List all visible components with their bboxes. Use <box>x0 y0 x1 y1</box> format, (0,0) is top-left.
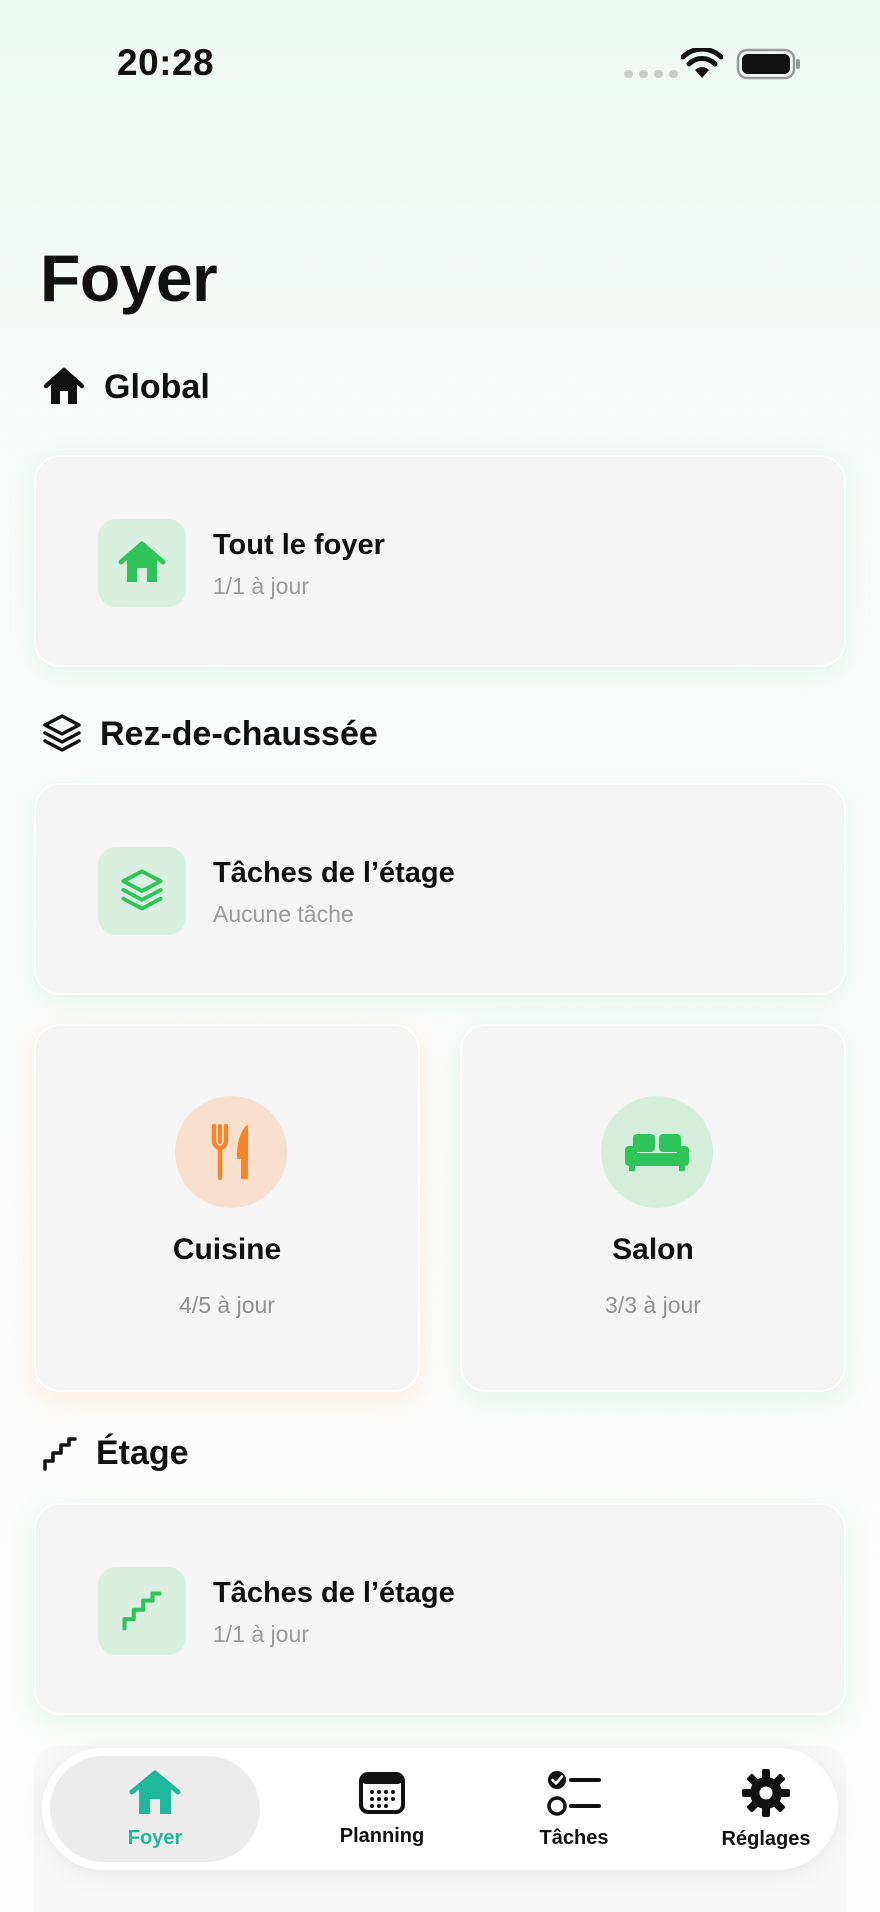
sofa-icon <box>625 1134 689 1171</box>
room-name: Salon <box>612 1233 694 1266</box>
fork-knife-icon <box>211 1124 248 1180</box>
card-subtitle: Aucune tâche <box>213 901 354 927</box>
room-status: 4/5 à jour <box>179 1292 275 1318</box>
cellular-signal-icon <box>624 70 678 78</box>
wifi-icon <box>681 48 723 78</box>
stairs-icon <box>43 1436 77 1471</box>
card-title: Tâches de l’étage <box>213 1577 455 1609</box>
room-name: Cuisine <box>172 1233 282 1266</box>
room-card-salon[interactable]: Salon 3/3 à jour <box>460 1024 846 1392</box>
layers-icon <box>121 869 163 911</box>
house-icon <box>43 367 85 404</box>
upstairs-icon-box <box>98 1567 186 1655</box>
room-status: 3/3 à jour <box>605 1292 701 1318</box>
section-header-global: Global <box>42 366 210 408</box>
card-title: Tout le foyer <box>213 529 385 561</box>
whole-home-icon-box <box>98 519 186 607</box>
page-title: Foyer <box>40 241 218 315</box>
tab-bar: Foyer Planning Tâches Réglages <box>42 1748 838 1870</box>
ground-floor-icon-box <box>98 847 186 935</box>
tab-label: Réglages <box>721 1827 811 1850</box>
stairs-icon <box>122 1591 162 1631</box>
section-label-upstairs: Étage <box>96 1434 189 1472</box>
section-label-ground-floor: Rez-de-chaussée <box>100 714 378 753</box>
room-icon-circle <box>175 1096 287 1208</box>
battery-icon <box>736 48 800 80</box>
card-subtitle: 1/1 à jour <box>213 1621 309 1647</box>
upstairs-tasks-card[interactable]: Tâches de l’étage 1/1 à jour <box>34 1503 846 1715</box>
tab-taches[interactable]: Tâches <box>484 1748 664 1870</box>
card-subtitle: 1/1 à jour <box>213 573 309 599</box>
layers-icon <box>43 714 81 752</box>
tab-label: Foyer <box>127 1826 183 1849</box>
calendar-icon <box>359 1771 405 1814</box>
house-icon <box>129 1770 181 1814</box>
ground-floor-tasks-card[interactable]: Tâches de l’étage Aucune tâche <box>34 783 846 995</box>
card-title: Tâches de l’étage <box>213 857 455 889</box>
tab-label: Tâches <box>539 1826 609 1849</box>
house-icon <box>118 541 166 582</box>
section-header-upstairs: Étage <box>42 1434 189 1473</box>
tab-label: Planning <box>339 1824 425 1847</box>
tab-planning[interactable]: Planning <box>292 1748 472 1870</box>
whole-home-card[interactable]: Tout le foyer 1/1 à jour <box>34 455 846 667</box>
section-header-ground-floor: Rez-de-chaussée <box>42 713 378 755</box>
status-bar: 20:28 <box>0 0 880 130</box>
tab-reglages[interactable]: Réglages <box>676 1748 856 1870</box>
status-time: 20:28 <box>117 42 215 83</box>
checklist-icon <box>547 1770 601 1816</box>
tab-foyer[interactable]: Foyer <box>50 1756 260 1862</box>
room-card-cuisine[interactable]: Cuisine 4/5 à jour <box>34 1024 420 1392</box>
gear-icon <box>742 1768 790 1817</box>
section-label-global: Global <box>104 367 210 406</box>
room-icon-circle <box>601 1096 713 1208</box>
